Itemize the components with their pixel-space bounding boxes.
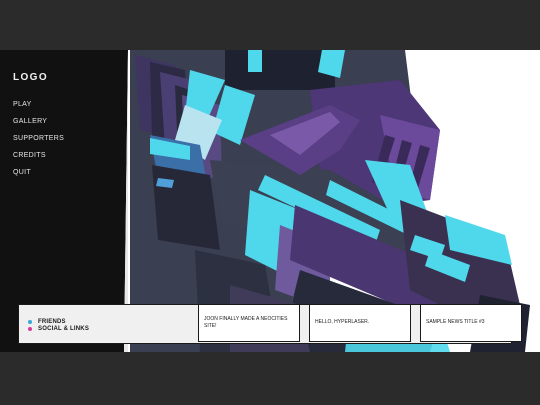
news-title: SAMPLE NEWS TITLE #3: [426, 319, 485, 325]
main-menu: PLAY GALLERY SUPPORTERS CREDITS QUIT: [13, 100, 64, 185]
friends-link[interactable]: FRIENDS: [28, 318, 89, 325]
logo[interactable]: LOGO: [13, 72, 48, 83]
news-card[interactable]: HELLO, HYPERLASER.: [309, 304, 411, 342]
menu-item-supporters[interactable]: SUPPORTERS: [13, 134, 64, 151]
top-letterbox: [0, 0, 540, 50]
news-title: HELLO, HYPERLASER.: [315, 319, 370, 325]
social-dot-icon: [28, 326, 32, 331]
friends-label: FRIENDS: [38, 318, 66, 325]
friends-dot-icon: [28, 319, 32, 324]
news-card[interactable]: JOON FINALLY MADE A NEOCITIES SITE!: [198, 304, 300, 342]
menu-item-credits[interactable]: CREDITS: [13, 151, 64, 168]
social-links-link[interactable]: SOCIAL & LINKS: [28, 325, 89, 332]
menu-item-play[interactable]: PLAY: [13, 100, 64, 117]
bottom-letterbox: [0, 352, 540, 405]
menu-item-quit[interactable]: QUIT: [13, 168, 64, 185]
quick-links: FRIENDS SOCIAL & LINKS: [28, 318, 89, 332]
news-title: JOON FINALLY MADE A NEOCITIES SITE!: [204, 316, 288, 329]
news-card[interactable]: SAMPLE NEWS TITLE #3: [420, 304, 522, 342]
menu-item-gallery[interactable]: GALLERY: [13, 117, 64, 134]
social-label: SOCIAL & LINKS: [38, 325, 90, 332]
